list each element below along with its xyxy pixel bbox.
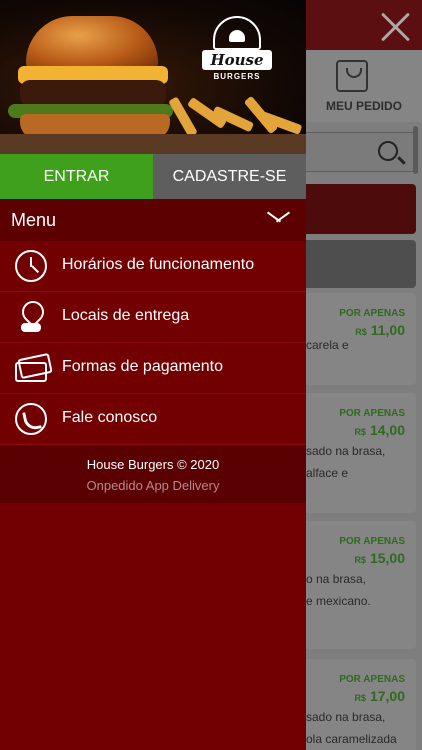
menu-item-payment-methods[interactable]: Formas de pagamento: [0, 343, 306, 394]
price-value: 17,00: [369, 688, 405, 704]
price-caption: POR APENAS: [339, 674, 405, 685]
menu-title: Menu: [11, 210, 57, 230]
scrollbar[interactable]: [413, 126, 418, 174]
menu-list: Horários de funcionamento Locais de entr…: [0, 241, 306, 445]
search-icon[interactable]: [378, 141, 398, 161]
login-button[interactable]: ENTRAR: [0, 154, 153, 199]
price-caption: POR APENAS: [339, 308, 405, 319]
register-button[interactable]: CADASTRE-SE: [153, 154, 306, 199]
drawer-footer: House Burgers © 2020 Onpedido App Delive…: [0, 445, 306, 503]
menu-item-label: Fale conosco: [62, 409, 158, 426]
burger-patty: [20, 80, 166, 106]
currency: R$: [354, 693, 366, 703]
product-description: alface e: [306, 466, 349, 480]
menu-item-delivery-areas[interactable]: Locais de entrega: [0, 292, 306, 343]
brand-logo: House BURGERS: [202, 16, 272, 82]
product-description: o na brasa,: [306, 572, 367, 586]
close-icon[interactable]: [378, 8, 414, 44]
category-bar[interactable]: [306, 184, 416, 234]
product-card[interactable]: POR APENAS R$ 14,00 sado na brasa, alface…: [306, 393, 416, 513]
product-description: sado na brasa,: [306, 444, 386, 458]
powered-by-text: Onpedido App Delivery: [86, 478, 220, 493]
price-value: 14,00: [369, 422, 405, 438]
currency: R$: [355, 327, 367, 337]
product-description: sado na brasa,: [306, 710, 386, 724]
burger-bun-top: [26, 16, 158, 72]
hero-image: House BURGERS: [0, 0, 306, 154]
shopping-bag-icon: [336, 60, 368, 92]
brand-logo-sub: BURGERS: [213, 72, 261, 81]
price: R$ 11,00: [355, 322, 405, 338]
menu-item-opening-hours[interactable]: Horários de funcionamento: [0, 241, 306, 292]
currency: R$: [354, 427, 366, 437]
price-value: 15,00: [369, 550, 405, 566]
my-order-label: MEU PEDIDO: [325, 99, 402, 113]
product-description: ola caramelizada: [306, 732, 397, 746]
currency: R$: [354, 555, 366, 565]
plate: [0, 134, 306, 154]
price-caption: POR APENAS: [339, 408, 405, 419]
product-card[interactable]: POR APENAS R$ 15,00 o na brasa, e mexican…: [306, 521, 416, 649]
menu-item-contact[interactable]: Fale conosco: [0, 394, 306, 445]
chevron-down-icon[interactable]: [266, 211, 290, 225]
price: R$ 15,00: [354, 550, 405, 566]
menu-header[interactable]: Menu: [0, 199, 306, 241]
clock-icon: [15, 250, 47, 282]
menu-item-label: Locais de entrega: [62, 307, 190, 324]
phone-icon: [15, 403, 47, 435]
product-card[interactable]: POR APENAS R$ 11,00 carela e: [306, 293, 416, 385]
price: R$ 14,00: [354, 422, 405, 438]
menu-item-label: Horários de funcionamento: [62, 256, 255, 273]
product-description: e mexicano.: [306, 594, 371, 608]
copyright-text: House Burgers © 2020: [86, 457, 220, 472]
side-drawer: House BURGERS ENTRAR CADASTRE-SE Menu Ho…: [0, 0, 306, 750]
category-bar-secondary[interactable]: [306, 240, 416, 288]
delivery-pin-icon: [15, 301, 47, 333]
auth-buttons: ENTRAR CADASTRE-SE: [0, 154, 306, 199]
product-description: carela e: [306, 338, 349, 352]
search-input[interactable]: [306, 132, 416, 172]
brand-logo-name: House: [202, 50, 272, 70]
price-caption: POR APENAS: [339, 536, 405, 547]
menu-item-label: Formas de pagamento: [62, 358, 223, 375]
price: R$ 17,00: [354, 688, 405, 704]
payment-cards-icon: [15, 352, 47, 384]
burger-logo-icon: [213, 16, 261, 50]
price-value: 11,00: [370, 322, 405, 338]
product-card[interactable]: POR APENAS R$ 17,00 sado na brasa, ola ca…: [306, 659, 416, 750]
